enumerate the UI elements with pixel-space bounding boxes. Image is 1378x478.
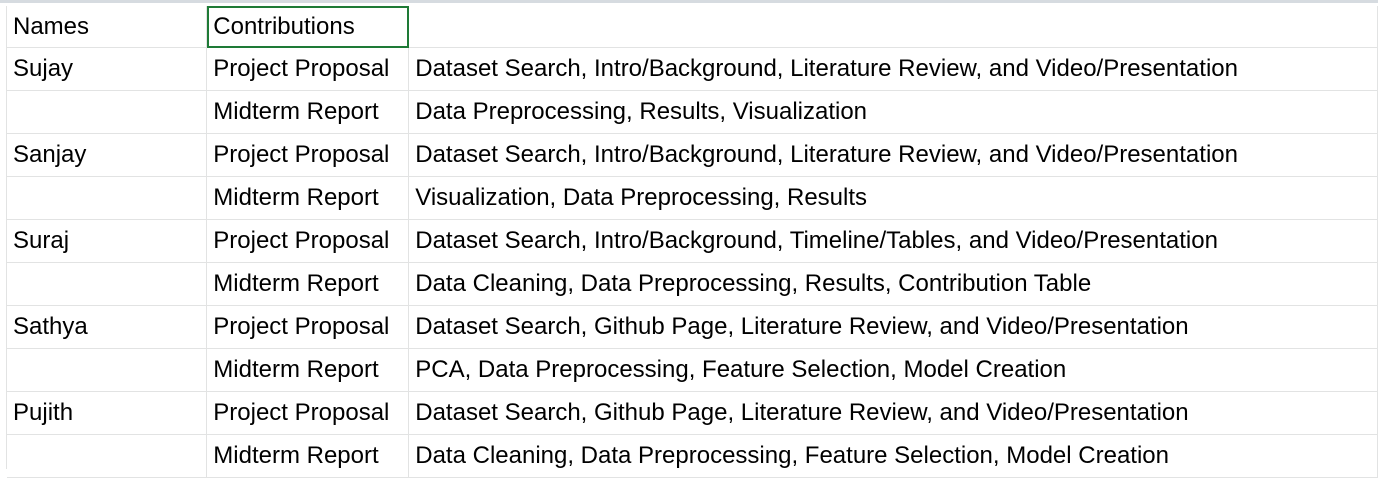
- cell-detail[interactable]: PCA, Data Preprocessing, Feature Selecti…: [408, 348, 1378, 392]
- cell-names-header[interactable]: Names: [7, 6, 208, 48]
- table-row: Pujith Project Proposal Dataset Search, …: [7, 391, 1378, 435]
- table-row: Midterm Report Data Cleaning, Data Prepr…: [7, 434, 1378, 478]
- cell-name[interactable]: [7, 262, 208, 306]
- table-row: Midterm Report Data Preprocessing, Resul…: [7, 90, 1378, 134]
- cell-phase[interactable]: Midterm Report: [206, 348, 410, 392]
- cell-detail[interactable]: Visualization, Data Preprocessing, Resul…: [408, 176, 1378, 220]
- cell-name[interactable]: Sanjay: [7, 133, 208, 177]
- cell-name[interactable]: Sathya: [7, 305, 208, 349]
- cell-detail[interactable]: Dataset Search, Intro/Background, Timeli…: [408, 219, 1378, 263]
- cell-name[interactable]: Sujay: [7, 47, 208, 91]
- cell-contributions-header-selected[interactable]: Contributions: [206, 6, 410, 48]
- cell-name[interactable]: [7, 348, 208, 392]
- cell-phase[interactable]: Midterm Report: [206, 90, 410, 134]
- cell-detail[interactable]: Dataset Search, Intro/Background, Litera…: [408, 47, 1378, 91]
- cell-phase[interactable]: Project Proposal: [206, 47, 410, 91]
- cell-detail[interactable]: Data Cleaning, Data Preprocessing, Resul…: [408, 262, 1378, 306]
- table-row: Sujay Project Proposal Dataset Search, I…: [7, 47, 1378, 91]
- cell-name[interactable]: [7, 176, 208, 220]
- cell-detail[interactable]: Data Cleaning, Data Preprocessing, Featu…: [408, 434, 1378, 478]
- table-row: Suraj Project Proposal Dataset Search, I…: [7, 219, 1378, 263]
- table-row: Sathya Project Proposal Dataset Search, …: [7, 305, 1378, 349]
- cell-detail[interactable]: Dataset Search, Github Page, Literature …: [408, 305, 1378, 349]
- cell-phase[interactable]: Project Proposal: [206, 133, 410, 177]
- table-row: Midterm Report Data Cleaning, Data Prepr…: [7, 262, 1378, 306]
- cell-phase[interactable]: Project Proposal: [206, 219, 410, 263]
- table-row: Sanjay Project Proposal Dataset Search, …: [7, 133, 1378, 177]
- cell-phase[interactable]: Midterm Report: [206, 262, 410, 306]
- cell-phase[interactable]: Project Proposal: [206, 305, 410, 349]
- cell-name[interactable]: Suraj: [7, 219, 208, 263]
- cell-name[interactable]: [7, 434, 208, 478]
- contributions-table: Names Contributions Sujay Project Propos…: [7, 6, 1378, 478]
- header-row: Names Contributions: [7, 6, 1378, 48]
- spreadsheet-grid: Names Contributions Sujay Project Propos…: [0, 0, 1378, 478]
- cell-phase[interactable]: Midterm Report: [206, 176, 410, 220]
- row-header-edge: [0, 6, 7, 469]
- cell-detail[interactable]: Dataset Search, Github Page, Literature …: [408, 391, 1378, 435]
- cell-name[interactable]: Pujith: [7, 391, 208, 435]
- cell-empty[interactable]: [408, 6, 1378, 48]
- cell-phase[interactable]: Project Proposal: [206, 391, 410, 435]
- cell-name[interactable]: [7, 90, 208, 134]
- table-row: Midterm Report Visualization, Data Prepr…: [7, 176, 1378, 220]
- cell-phase[interactable]: Midterm Report: [206, 434, 410, 478]
- table-row: Midterm Report PCA, Data Preprocessing, …: [7, 348, 1378, 392]
- cell-detail[interactable]: Data Preprocessing, Results, Visualizati…: [408, 90, 1378, 134]
- cell-detail[interactable]: Dataset Search, Intro/Background, Litera…: [408, 133, 1378, 177]
